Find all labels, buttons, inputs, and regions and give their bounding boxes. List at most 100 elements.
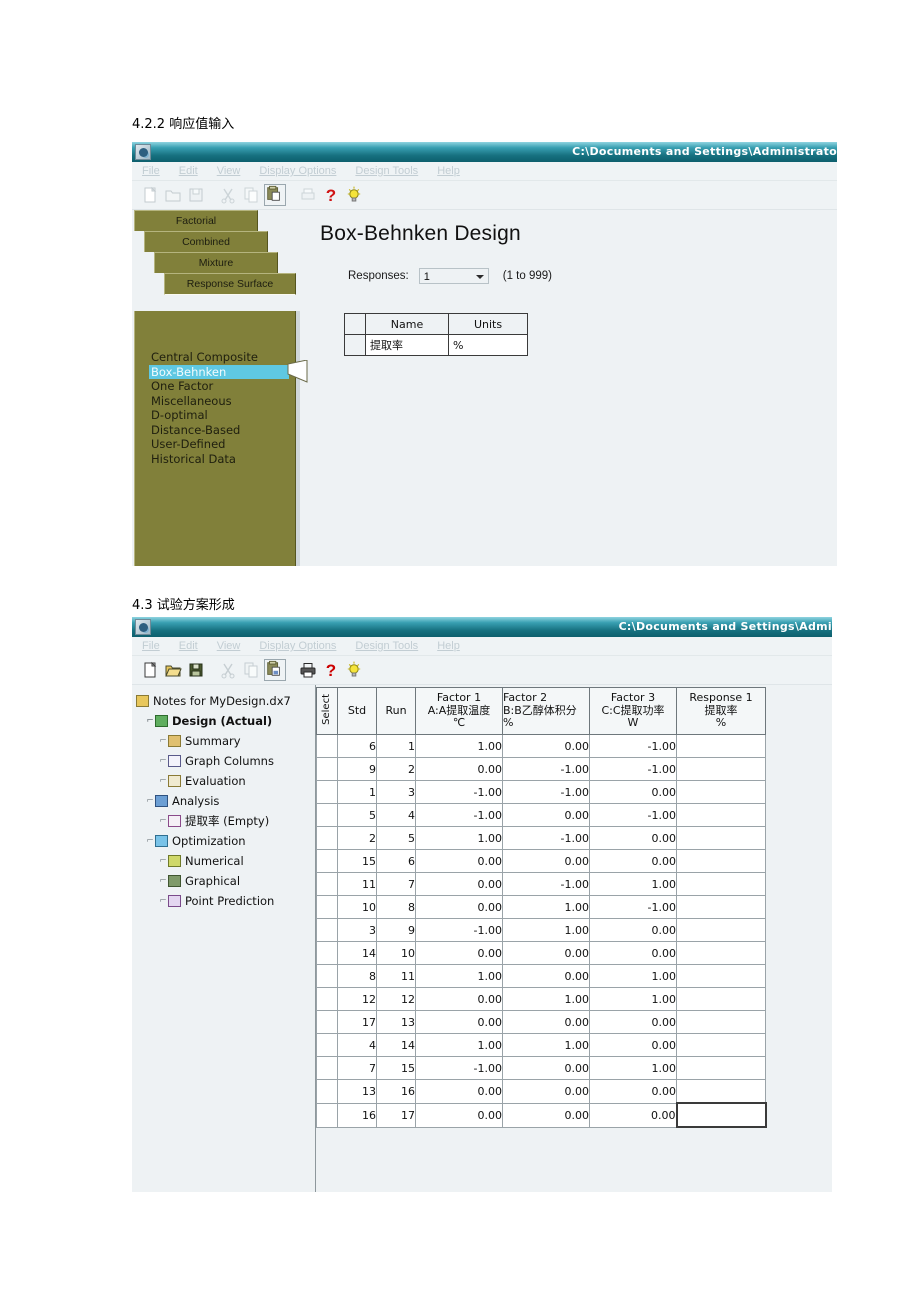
design-item-miscellaneous[interactable]: Miscellaneous xyxy=(149,394,289,409)
tree-expander[interactable]: ⌐ xyxy=(145,796,155,806)
factor-2-cell[interactable]: 1.00 xyxy=(502,1033,590,1057)
run-cell[interactable]: 10 xyxy=(376,941,416,965)
std-cell[interactable]: 14 xyxy=(337,941,377,965)
run-cell[interactable]: 15 xyxy=(376,1056,416,1080)
factor-2-cell[interactable]: 0.00 xyxy=(502,803,590,827)
response-1-cell[interactable] xyxy=(676,1033,766,1057)
std-cell[interactable]: 15 xyxy=(337,849,377,873)
design-item-distance-based[interactable]: Distance-Based xyxy=(149,423,289,438)
tree-item-notes[interactable]: Notes for MyDesign.dx7 xyxy=(136,691,315,711)
column-header-factor-1[interactable]: Factor 1 A:A提取温度 ℃ xyxy=(415,687,503,735)
std-cell[interactable]: 16 xyxy=(337,1102,377,1128)
factor-2-cell[interactable]: -1.00 xyxy=(502,757,590,781)
factor-2-cell[interactable]: 0.00 xyxy=(502,1010,590,1034)
paste-icon[interactable] xyxy=(264,659,286,681)
chevron-down-icon[interactable] xyxy=(472,270,487,283)
factor-3-cell[interactable]: 1.00 xyxy=(589,872,677,896)
design-item-box-behnken[interactable]: Box-Behnken xyxy=(149,364,289,379)
print-icon[interactable] xyxy=(298,660,318,680)
run-cell[interactable]: 3 xyxy=(376,780,416,804)
design-item-one-factor[interactable]: One Factor xyxy=(149,379,289,394)
tab-combined[interactable]: Combined xyxy=(144,231,268,252)
row-selector-cell[interactable] xyxy=(316,1010,338,1034)
factor-1-cell[interactable]: 0.00 xyxy=(415,987,503,1011)
tab-mixture[interactable]: Mixture xyxy=(154,252,278,273)
factor-3-cell[interactable]: 0.00 xyxy=(589,918,677,942)
row-selector-cell[interactable] xyxy=(316,803,338,827)
row-selector-cell[interactable] xyxy=(316,780,338,804)
save-disk-icon[interactable] xyxy=(186,185,206,205)
std-cell[interactable]: 8 xyxy=(337,964,377,988)
response-1-cell[interactable] xyxy=(676,1010,766,1034)
std-cell[interactable]: 9 xyxy=(337,757,377,781)
factor-2-cell[interactable]: 0.00 xyxy=(502,1056,590,1080)
std-cell[interactable]: 10 xyxy=(337,895,377,919)
tree-item-optimization[interactable]: ⌐ Optimization xyxy=(136,831,315,851)
std-cell[interactable]: 17 xyxy=(337,1010,377,1034)
factor-1-cell[interactable]: 1.00 xyxy=(415,1033,503,1057)
menu-view[interactable]: View xyxy=(217,165,241,177)
menu-display-options[interactable]: Display Options xyxy=(259,165,336,177)
response-1-cell[interactable] xyxy=(675,1102,767,1128)
factor-3-cell[interactable]: 0.00 xyxy=(589,1079,677,1104)
menu-file[interactable]: File xyxy=(142,640,160,652)
menu-display-options[interactable]: Display Options xyxy=(259,640,336,652)
menu-edit[interactable]: Edit xyxy=(179,640,198,652)
response-1-cell[interactable] xyxy=(676,987,766,1011)
open-folder-icon[interactable] xyxy=(163,660,183,680)
tree-item-design-actual[interactable]: ⌐ Design (Actual) xyxy=(136,711,315,731)
factor-1-cell[interactable]: 0.00 xyxy=(415,849,503,873)
response-1-cell[interactable] xyxy=(676,872,766,896)
std-cell[interactable]: 3 xyxy=(337,918,377,942)
factor-3-cell[interactable]: 0.00 xyxy=(589,1033,677,1057)
row-selector-cell[interactable] xyxy=(316,1079,338,1104)
factor-1-cell[interactable]: 0.00 xyxy=(415,1102,503,1128)
factor-3-cell[interactable]: 1.00 xyxy=(589,1056,677,1080)
std-cell[interactable]: 2 xyxy=(337,826,377,850)
factor-3-cell[interactable]: -1.00 xyxy=(589,734,677,758)
new-document-icon[interactable] xyxy=(140,660,160,680)
response-1-cell[interactable] xyxy=(676,964,766,988)
response-units-cell[interactable]: % xyxy=(448,334,528,356)
row-selector-cell[interactable] xyxy=(316,872,338,896)
tip-lightbulb-icon[interactable] xyxy=(344,660,364,680)
factor-1-cell[interactable]: -1.00 xyxy=(415,918,503,942)
response-1-cell[interactable] xyxy=(676,895,766,919)
menu-help[interactable]: Help xyxy=(437,165,460,177)
window1-titlebar[interactable]: C:\Documents and Settings\Administrato xyxy=(132,142,837,162)
column-header-response-1[interactable]: Response 1 提取率 % xyxy=(676,687,766,735)
std-cell[interactable]: 5 xyxy=(337,803,377,827)
tree-item-point-prediction[interactable]: ⌐ Point Prediction xyxy=(136,891,315,911)
menu-help[interactable]: Help xyxy=(437,640,460,652)
row-selector-cell[interactable] xyxy=(316,964,338,988)
factor-2-cell[interactable]: 0.00 xyxy=(502,734,590,758)
run-cell[interactable]: 14 xyxy=(376,1033,416,1057)
factor-3-cell[interactable]: 0.00 xyxy=(589,780,677,804)
run-cell[interactable]: 2 xyxy=(376,757,416,781)
factor-3-cell[interactable]: 0.00 xyxy=(589,826,677,850)
factor-2-cell[interactable]: -1.00 xyxy=(502,872,590,896)
response-1-cell[interactable] xyxy=(676,941,766,965)
new-document-icon[interactable] xyxy=(140,185,160,205)
design-item-historical-data[interactable]: Historical Data xyxy=(149,452,289,467)
factor-1-cell[interactable]: 0.00 xyxy=(415,941,503,965)
column-header-std[interactable]: Std xyxy=(337,687,377,735)
factor-1-cell[interactable]: 1.00 xyxy=(415,734,503,758)
factor-2-cell[interactable]: 0.00 xyxy=(502,964,590,988)
help-question-icon[interactable]: ? xyxy=(321,660,341,680)
tree-item-evaluation[interactable]: ⌐ Evaluation xyxy=(136,771,315,791)
window2-titlebar[interactable]: C:\Documents and Settings\Admi xyxy=(132,617,832,637)
factor-1-cell[interactable]: -1.00 xyxy=(415,1056,503,1080)
run-cell[interactable]: 4 xyxy=(376,803,416,827)
tree-expander[interactable]: ⌐ xyxy=(145,836,155,846)
factor-3-cell[interactable]: 0.00 xyxy=(589,941,677,965)
design-item-central-composite[interactable]: Central Composite xyxy=(149,350,289,365)
tip-lightbulb-icon[interactable] xyxy=(344,185,364,205)
save-disk-icon[interactable] xyxy=(186,660,206,680)
run-cell[interactable]: 1 xyxy=(376,734,416,758)
factor-3-cell[interactable]: 1.00 xyxy=(589,987,677,1011)
row-selector-cell[interactable] xyxy=(316,987,338,1011)
run-cell[interactable]: 6 xyxy=(376,849,416,873)
tree-item-summary[interactable]: ⌐ Summary xyxy=(136,731,315,751)
std-cell[interactable]: 4 xyxy=(337,1033,377,1057)
